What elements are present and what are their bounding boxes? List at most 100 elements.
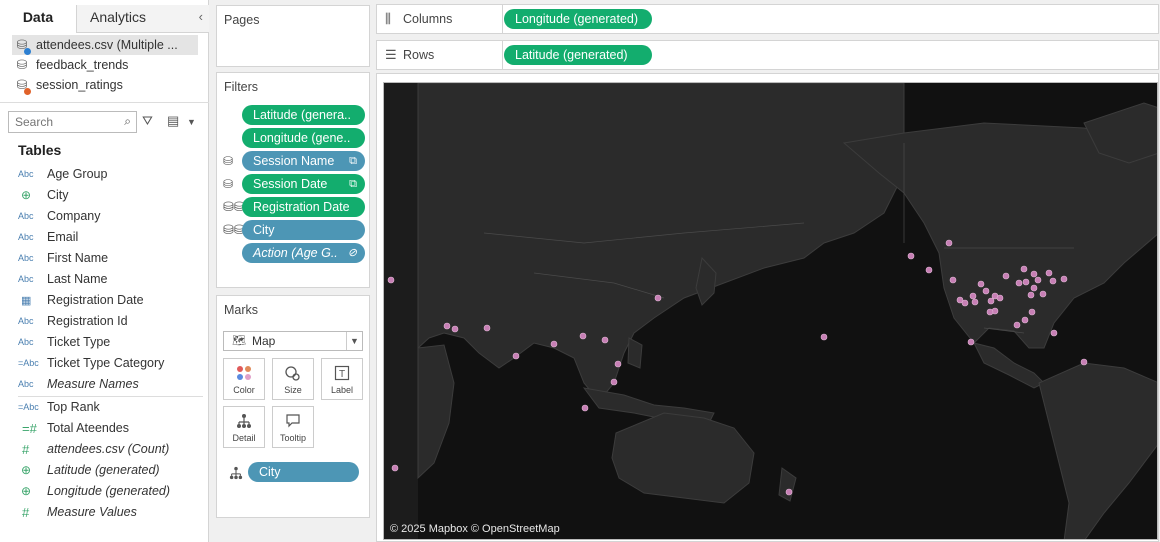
mark-type-select[interactable]: 🗺 Map ▼: [223, 331, 363, 351]
map-view[interactable]: © 2025 Mapbox © OpenStreetMap: [383, 82, 1158, 540]
city-marker[interactable]: [1021, 316, 1029, 324]
field-item[interactable]: ⊕ Latitude (generated): [18, 460, 203, 480]
city-marker[interactable]: [550, 340, 558, 348]
city-marker[interactable]: [986, 308, 994, 316]
detail-button[interactable]: Detail: [223, 406, 265, 448]
city-marker[interactable]: [1049, 277, 1057, 285]
city-marker[interactable]: [971, 298, 979, 306]
field-item[interactable]: Abc Registration Id: [18, 311, 203, 331]
filter-pill-session-name[interactable]: Session Name ⧉: [242, 151, 365, 171]
field-item[interactable]: Abc Company: [18, 206, 203, 226]
tab-data[interactable]: Data: [0, 5, 77, 33]
chevron-down-icon[interactable]: ▼: [346, 332, 362, 350]
field-item[interactable]: # Measure Values: [18, 502, 203, 522]
columns-pill-longitude[interactable]: Longitude (generated): [504, 9, 652, 29]
filter-pill-registration-date[interactable]: Registration Date: [242, 197, 365, 217]
field-item[interactable]: Abc Last Name: [18, 269, 203, 289]
city-marker[interactable]: [785, 488, 793, 496]
city-marker[interactable]: [820, 333, 828, 341]
rows-icon: ☰: [385, 47, 397, 62]
filter-pill-session-date[interactable]: Session Date ⧉: [242, 174, 365, 194]
city-marker[interactable]: [1015, 279, 1023, 287]
city-marker[interactable]: [945, 239, 953, 247]
city-marker[interactable]: [967, 338, 975, 346]
city-marker[interactable]: [391, 464, 399, 472]
city-marker[interactable]: [1002, 272, 1010, 280]
city-marker[interactable]: [1080, 358, 1088, 366]
field-item[interactable]: # attendees.csv (Count): [18, 439, 203, 459]
filter-icon[interactable]: ⛛: [142, 113, 153, 129]
city-marker[interactable]: [969, 292, 977, 300]
city-marker[interactable]: [1034, 276, 1042, 284]
data-source-attendees[interactable]: ⛁ attendees.csv (Multiple ...: [12, 35, 198, 55]
tab-analytics[interactable]: Analytics ‹: [77, 5, 209, 33]
city-marker[interactable]: [982, 287, 990, 295]
pages-card[interactable]: Pages: [216, 5, 370, 67]
city-marker[interactable]: [451, 325, 459, 333]
field-item[interactable]: =Abc Top Rank: [18, 397, 203, 417]
rows-pill-latitude[interactable]: Latitude (generated): [504, 45, 652, 65]
field-item[interactable]: Abc Age Group: [18, 164, 203, 184]
data-source-name: attendees.csv (Multiple ...: [36, 38, 178, 52]
field-item[interactable]: ⊕ City: [18, 185, 203, 205]
city-marker[interactable]: [949, 276, 957, 284]
filter-pill-city[interactable]: City: [242, 220, 365, 240]
field-item[interactable]: ⊕ Longitude (generated): [18, 481, 203, 501]
city-marker[interactable]: [1045, 269, 1053, 277]
label-button[interactable]: T Label: [321, 358, 363, 400]
filter-pill-action-age-group[interactable]: Action (Age G.. ⊘: [242, 243, 365, 263]
city-marker[interactable]: [1028, 308, 1036, 316]
field-item[interactable]: ▦ Registration Date: [18, 290, 203, 310]
city-marker[interactable]: [579, 332, 587, 340]
city-marker[interactable]: [996, 294, 1004, 302]
rows-shelf[interactable]: ☰ Rows Latitude (generated): [376, 40, 1159, 70]
city-marker[interactable]: [961, 299, 969, 307]
search-field[interactable]: ⌕: [8, 111, 137, 133]
city-marker[interactable]: [387, 276, 395, 284]
city-marker[interactable]: [1020, 265, 1028, 273]
city-marker[interactable]: [925, 266, 933, 274]
city-marker[interactable]: [443, 322, 451, 330]
size-button[interactable]: Size: [272, 358, 314, 400]
filter-pill-latitude[interactable]: Latitude (genera..: [242, 105, 365, 125]
chevron-down-icon[interactable]: ▼: [187, 117, 196, 127]
field-item[interactable]: Abc First Name: [18, 248, 203, 268]
marks-title: Marks: [224, 303, 259, 317]
city-marker[interactable]: [654, 294, 662, 302]
collapse-pane-icon[interactable]: ‹: [199, 5, 203, 29]
city-marker[interactable]: [1030, 284, 1038, 292]
database-icon: ⛁: [223, 177, 234, 191]
tooltip-button[interactable]: Tooltip: [272, 406, 314, 448]
field-item[interactable]: Abc Measure Names: [18, 374, 203, 394]
city-marker[interactable]: [601, 336, 609, 344]
city-marker[interactable]: [1027, 291, 1035, 299]
city-marker[interactable]: [1060, 275, 1068, 283]
filter-pill-longitude[interactable]: Longitude (gene..: [242, 128, 365, 148]
map-canvas[interactable]: [384, 83, 1158, 540]
field-item[interactable]: =Abc Ticket Type Category: [18, 353, 203, 373]
data-source-session-ratings[interactable]: ⛁ session_ratings: [12, 75, 198, 95]
marks-pill-city[interactable]: City: [248, 462, 359, 482]
city-marker[interactable]: [614, 360, 622, 368]
city-marker[interactable]: [512, 352, 520, 360]
globe-icon: ⊕: [21, 463, 32, 477]
city-marker[interactable]: [483, 324, 491, 332]
city-marker[interactable]: [1030, 270, 1038, 278]
view-options-icon[interactable]: ▤: [167, 113, 179, 129]
data-source-feedback-trends[interactable]: ⛁ feedback_trends: [12, 55, 198, 75]
columns-shelf[interactable]: ⫼ Columns Longitude (generated): [376, 4, 1159, 34]
city-marker[interactable]: [907, 252, 915, 260]
city-marker[interactable]: [1022, 278, 1030, 286]
city-marker[interactable]: [610, 378, 618, 386]
color-button[interactable]: Color: [223, 358, 265, 400]
field-item[interactable]: Abc Email: [18, 227, 203, 247]
field-item[interactable]: Abc Ticket Type: [18, 332, 203, 352]
search-input[interactable]: [9, 112, 117, 132]
city-marker[interactable]: [581, 404, 589, 412]
city-marker[interactable]: [1039, 290, 1047, 298]
field-item[interactable]: =# Total Ateendes: [18, 418, 203, 438]
city-marker[interactable]: [1013, 321, 1021, 329]
city-marker[interactable]: [1050, 329, 1058, 337]
city-marker[interactable]: [987, 297, 995, 305]
city-marker[interactable]: [977, 280, 985, 288]
